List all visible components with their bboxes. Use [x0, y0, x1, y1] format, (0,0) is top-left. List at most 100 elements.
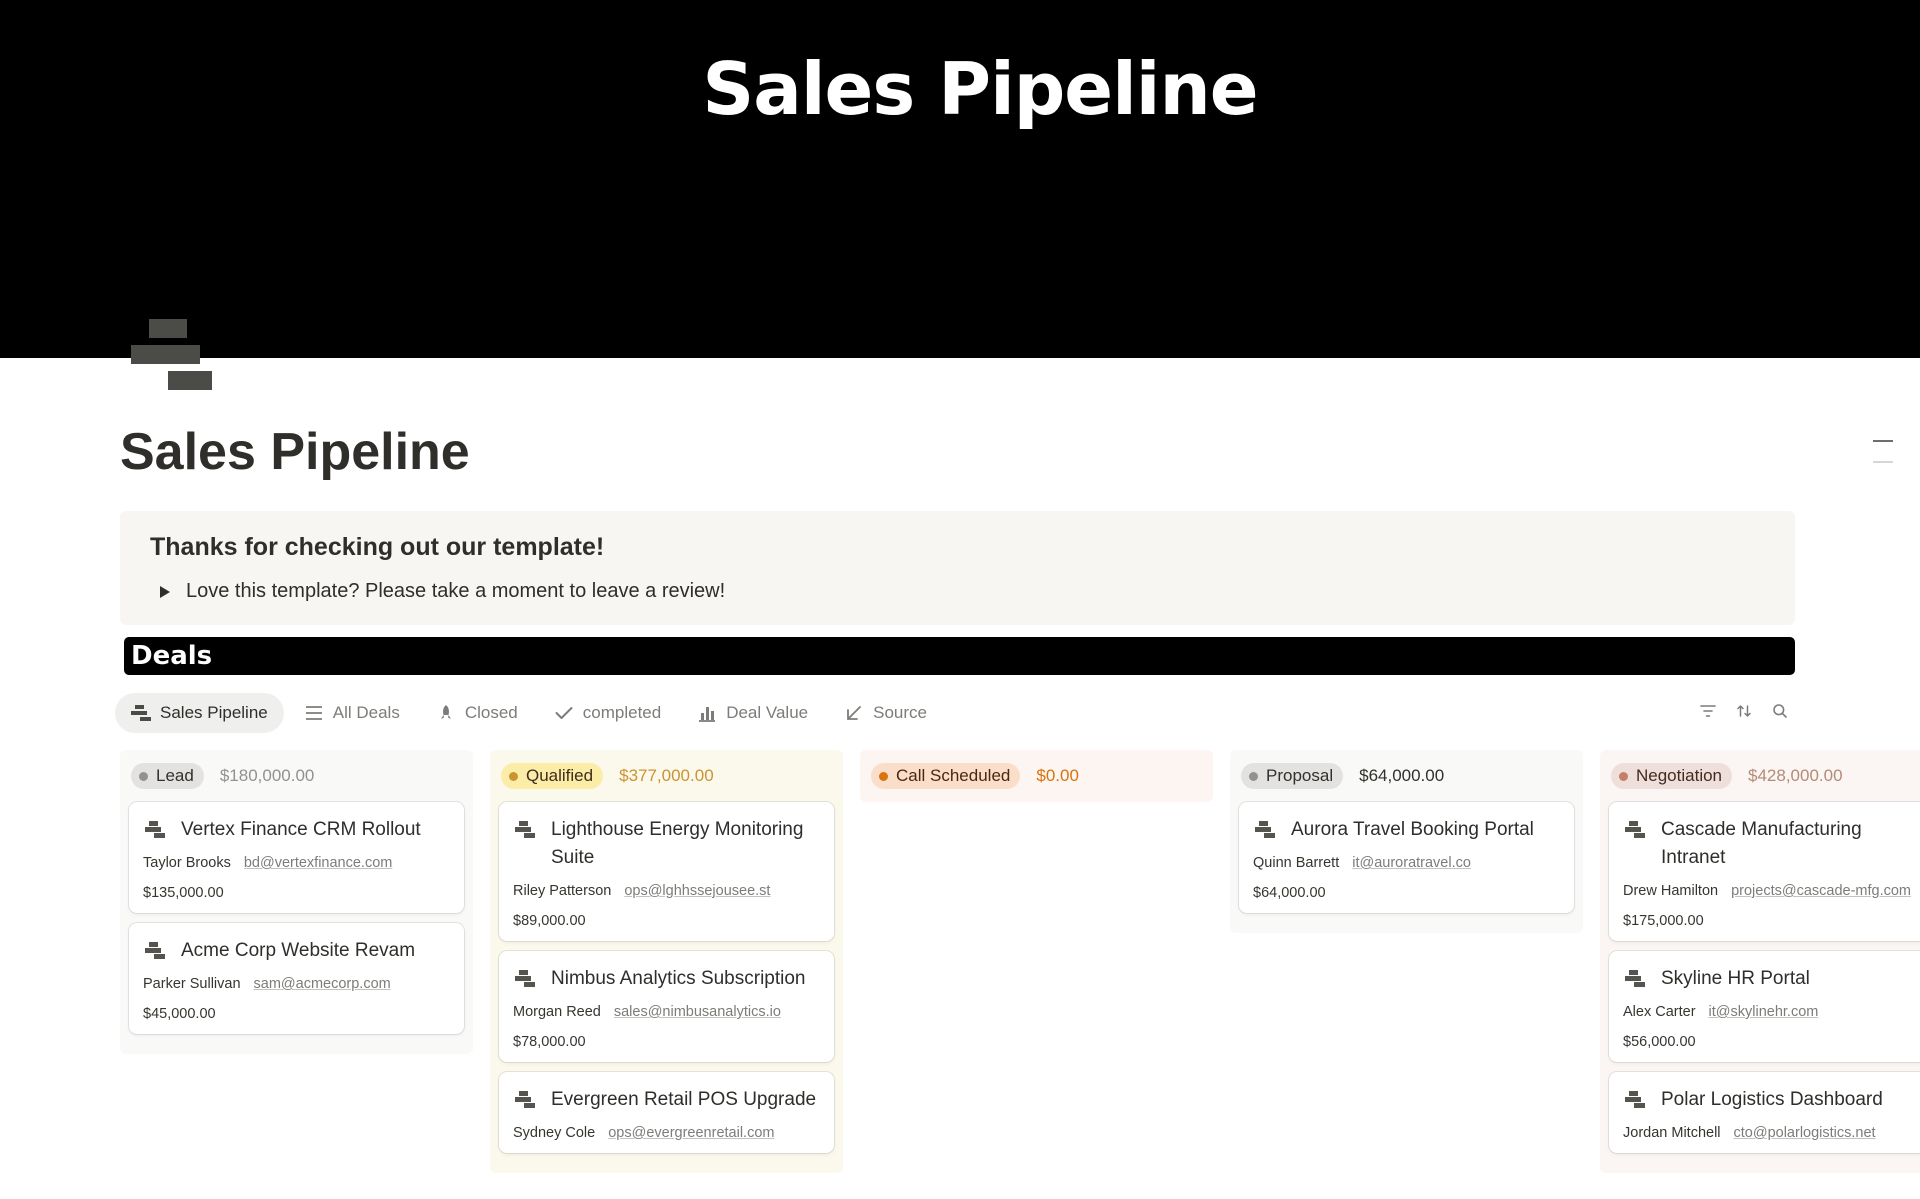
column-header[interactable]: Qualified $377,000.00	[499, 760, 834, 792]
column-header[interactable]: Negotiation $428,000.00	[1609, 760, 1920, 792]
contact-email-link[interactable]: ops@evergreenretail.com	[608, 1125, 774, 1141]
page-title[interactable]: Sales Pipeline	[120, 422, 470, 482]
column-header[interactable]: Call Scheduled $0.00	[869, 760, 1204, 792]
deal-title[interactable]: Lighthouse Energy Monitoring Suite	[513, 816, 820, 872]
deal-title-text: Nimbus Analytics Subscription	[551, 968, 806, 989]
view-tab-deal-value[interactable]: Deal Value	[681, 693, 824, 733]
sort-icon[interactable]	[1734, 701, 1754, 721]
contact-row: Riley Patterson ops@lghhssejousee.st	[513, 883, 820, 899]
status-label: Call Scheduled	[896, 766, 1011, 785]
pipeline-icon	[515, 821, 537, 839]
contact-row: Parker Sullivan sam@acmecorp.com	[143, 976, 450, 992]
pipeline-icon	[145, 821, 167, 839]
deal-title[interactable]: Vertex Finance CRM Rollout	[143, 816, 450, 844]
status-dot-icon	[879, 771, 888, 781]
deal-title[interactable]: Evergreen Retail POS Upgrade	[513, 1086, 820, 1114]
contact-email-link[interactable]: sam@acmecorp.com	[254, 976, 391, 992]
cover-title: Sales Pipeline	[702, 47, 1258, 131]
column-total: $180,000.00	[219, 766, 315, 785]
view-tabs: Sales Pipeline All Deals Closed completed De…	[115, 692, 947, 734]
database-toolbar	[1682, 701, 1790, 721]
contact-name: Riley Patterson	[513, 883, 612, 899]
contact-email-link[interactable]: ops@lghhssejousee.st	[624, 883, 770, 899]
status-label: Proposal	[1266, 766, 1334, 785]
view-tab-sales-pipeline[interactable]: Sales Pipeline	[115, 693, 284, 733]
bar-chart-icon	[697, 703, 717, 723]
contact-row: Taylor Brooks bd@vertexfinance.com	[143, 855, 450, 871]
column-header[interactable]: Lead $180,000.00	[129, 760, 464, 792]
deal-title-text: Skyline HR Portal	[1661, 968, 1810, 989]
deal-title-text: Evergreen Retail POS Upgrade	[551, 1089, 817, 1110]
pipeline-icon	[1625, 1091, 1647, 1109]
status-label: Lead	[156, 766, 194, 785]
deal-title[interactable]: Polar Logistics Dashboard	[1623, 1086, 1920, 1114]
deal-title[interactable]: Skyline HR Portal	[1623, 965, 1920, 993]
contact-row: Alex Carter it@skylinehr.com	[1623, 1004, 1920, 1020]
view-tab-completed[interactable]: completed	[538, 693, 677, 733]
status-badge[interactable]: Call Scheduled	[871, 763, 1021, 789]
pipeline-icon[interactable]	[130, 318, 214, 390]
view-tab-all-deals[interactable]: All Deals	[288, 693, 416, 733]
deal-title-text: Aurora Travel Booking Portal	[1291, 819, 1534, 840]
filter-icon[interactable]	[1698, 701, 1718, 721]
deal-value: $56,000.00	[1623, 1034, 1696, 1050]
contact-name: Morgan Reed	[513, 1004, 601, 1020]
contact-name: Parker Sullivan	[143, 976, 241, 992]
contact-row: Jordan Mitchell cto@polarlogistics.net	[1623, 1125, 1920, 1141]
column-total: $428,000.00	[1748, 766, 1843, 785]
contact-email-link[interactable]: projects@cascade-mfg.com	[1731, 883, 1911, 899]
view-tab-label: Closed	[464, 703, 518, 722]
status-label: Qualified	[526, 766, 594, 785]
column-total: $0.00	[1036, 766, 1079, 785]
deal-card[interactable]: Polar Logistics Dashboard Jordan Mitchell…	[1609, 1072, 1920, 1153]
contact-name: Jordan Mitchell	[1623, 1125, 1721, 1141]
deal-card[interactable]: Lighthouse Energy Monitoring Suite Riley …	[499, 802, 834, 941]
search-icon[interactable]	[1770, 701, 1790, 721]
list-icon	[304, 703, 324, 723]
column-header[interactable]: Proposal $64,000.00	[1239, 760, 1574, 792]
status-badge[interactable]: Qualified	[501, 763, 604, 789]
deal-value: $135,000.00	[143, 885, 224, 901]
check-icon	[554, 703, 574, 723]
deal-card[interactable]: Acme Corp Website Revam Parker Sullivan sa…	[129, 923, 464, 1034]
contact-row: Quinn Barrett it@auroratravel.co	[1253, 855, 1560, 871]
contact-name: Drew Hamilton	[1623, 883, 1719, 899]
deal-title[interactable]: Nimbus Analytics Subscription	[513, 965, 820, 993]
toggle-arrow-icon[interactable]	[160, 585, 170, 598]
contact-email-link[interactable]: it@skylinehr.com	[1709, 1004, 1819, 1020]
arrow-down-left-icon	[844, 703, 864, 723]
deal-card[interactable]: Aurora Travel Booking Portal Quinn Barret…	[1239, 802, 1574, 913]
pipeline-icon	[131, 703, 151, 723]
board-column-negotiation: Negotiation $428,000.00 Cascade Manufactur…	[1600, 750, 1920, 1173]
view-tab-label: completed	[582, 703, 662, 722]
view-tab-closed[interactable]: Closed	[420, 693, 534, 733]
deal-title[interactable]: Aurora Travel Booking Portal	[1253, 816, 1560, 844]
view-tab-source[interactable]: Source	[828, 693, 943, 733]
deal-title[interactable]: Acme Corp Website Revam	[143, 937, 450, 965]
review-toggle[interactable]: Love this template? Please take a moment…	[150, 580, 1765, 603]
deal-card[interactable]: Vertex Finance CRM Rollout Taylor Brooks b…	[129, 802, 464, 913]
table-of-contents-icon[interactable]	[1873, 440, 1895, 464]
deals-section-header: Deals	[124, 637, 1795, 675]
status-badge[interactable]: Negotiation	[1611, 763, 1733, 789]
deal-title[interactable]: Cascade Manufacturing Intranet	[1623, 816, 1920, 872]
status-dot-icon	[139, 771, 148, 781]
view-tab-label: Sales Pipeline	[160, 703, 268, 722]
rocket-icon	[436, 703, 456, 723]
status-badge[interactable]: Proposal	[1241, 763, 1344, 789]
pipeline-icon	[1255, 821, 1277, 839]
contact-email-link[interactable]: bd@vertexfinance.com	[244, 855, 393, 871]
contact-email-link[interactable]: sales@nimbusanalytics.io	[614, 1004, 781, 1020]
deal-card[interactable]: Skyline HR Portal Alex Carter it@skylinehr…	[1609, 951, 1920, 1062]
column-total: $64,000.00	[1359, 766, 1445, 785]
deal-card[interactable]: Nimbus Analytics Subscription Morgan Reed…	[499, 951, 834, 1062]
deal-title-text: Polar Logistics Dashboard	[1661, 1089, 1883, 1110]
deal-card[interactable]: Evergreen Retail POS Upgrade Sydney Cole o…	[499, 1072, 834, 1153]
status-dot-icon	[1249, 771, 1258, 781]
deal-card[interactable]: Cascade Manufacturing Intranet Drew Hamil…	[1609, 802, 1920, 941]
contact-email-link[interactable]: it@auroratravel.co	[1352, 855, 1471, 871]
status-badge[interactable]: Lead	[131, 763, 204, 789]
cover-banner: Sales Pipeline	[0, 0, 1920, 358]
board-view: Lead $180,000.00 Vertex Finance CRM Rollou…	[120, 750, 1920, 1199]
contact-email-link[interactable]: cto@polarlogistics.net	[1734, 1125, 1876, 1141]
